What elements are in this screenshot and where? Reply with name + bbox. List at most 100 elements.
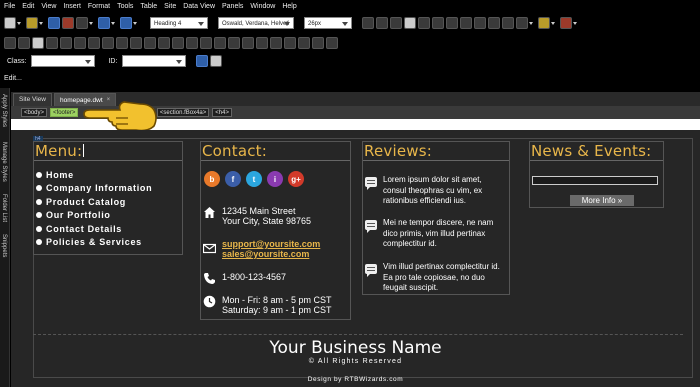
new-style-icon[interactable] bbox=[196, 55, 209, 67]
menu-help[interactable]: Help bbox=[282, 3, 296, 10]
menu-data-view[interactable]: Data View bbox=[183, 3, 215, 10]
news-feed-box[interactable] bbox=[532, 176, 658, 185]
tag-body[interactable]: <body> bbox=[21, 108, 48, 117]
site-view-tab[interactable]: Site View bbox=[13, 93, 52, 106]
menu-window[interactable]: Window bbox=[250, 3, 275, 10]
flip-vertical-icon[interactable] bbox=[116, 36, 128, 49]
menu-format[interactable]: Format bbox=[88, 3, 110, 10]
preview-icon[interactable] bbox=[76, 17, 88, 29]
tag-h4[interactable]: <h4> bbox=[212, 108, 232, 117]
menu-tools[interactable]: Tools bbox=[117, 3, 133, 10]
select-icon[interactable] bbox=[256, 36, 268, 49]
chevron-down-icon[interactable] bbox=[111, 21, 115, 25]
sales-email-link[interactable]: sales@yoursite.com bbox=[222, 249, 309, 259]
underline-icon[interactable] bbox=[390, 17, 402, 29]
less-brightness-icon[interactable] bbox=[172, 36, 184, 49]
class-select[interactable] bbox=[31, 55, 96, 67]
twitter-icon[interactable]: t bbox=[246, 171, 262, 187]
undo-icon[interactable] bbox=[98, 17, 110, 29]
indent-icon[interactable] bbox=[502, 17, 514, 29]
bold-icon[interactable] bbox=[362, 17, 374, 29]
snippets-tab[interactable]: Snippets bbox=[1, 234, 7, 257]
more-contrast-icon[interactable] bbox=[130, 36, 142, 49]
instagram-icon[interactable]: i bbox=[267, 171, 283, 187]
chevron-down-icon[interactable] bbox=[17, 21, 21, 25]
chevron-down-icon[interactable] bbox=[133, 21, 137, 25]
send-backward-icon[interactable] bbox=[60, 36, 72, 49]
color-icon[interactable] bbox=[214, 36, 226, 49]
rectangle-hotspot-icon[interactable] bbox=[270, 36, 282, 49]
menu-view[interactable]: View bbox=[41, 3, 56, 10]
align-left-icon[interactable] bbox=[404, 17, 416, 29]
menu-file[interactable]: File bbox=[4, 3, 15, 10]
menu-heading[interactable]: Menu: bbox=[34, 142, 182, 161]
contact-heading[interactable]: Contact: bbox=[201, 142, 350, 161]
design-canvas[interactable]: h4 Menu: Home Company Information Produc… bbox=[11, 130, 700, 387]
chevron-down-icon[interactable] bbox=[39, 21, 43, 25]
heading-select[interactable]: Heading 4 bbox=[150, 17, 208, 29]
less-contrast-icon[interactable] bbox=[144, 36, 156, 49]
size-select[interactable]: 26px bbox=[304, 17, 352, 29]
edit-button[interactable]: Edit... bbox=[4, 75, 22, 82]
tag-footer[interactable]: <footer> bbox=[50, 108, 79, 117]
chevron-down-icon[interactable] bbox=[573, 21, 577, 25]
resample-icon[interactable] bbox=[242, 36, 254, 49]
font-color-icon[interactable] bbox=[560, 17, 572, 29]
list-item[interactable]: Policies & Services bbox=[36, 236, 182, 250]
open-folder-icon[interactable] bbox=[26, 17, 38, 29]
border-icon[interactable] bbox=[516, 17, 528, 29]
restore-icon[interactable] bbox=[326, 36, 338, 49]
apply-styles-tab[interactable]: Apply Styles bbox=[1, 94, 7, 127]
bring-forward-icon[interactable] bbox=[46, 36, 58, 49]
blogger-icon[interactable]: b bbox=[204, 171, 220, 187]
save-icon[interactable] bbox=[48, 17, 60, 29]
redo-icon[interactable] bbox=[120, 17, 132, 29]
insert-picture-icon[interactable] bbox=[4, 36, 16, 49]
chevron-down-icon[interactable] bbox=[529, 21, 533, 25]
text-icon[interactable] bbox=[18, 36, 30, 49]
numbered-list-icon[interactable] bbox=[460, 17, 472, 29]
list-item[interactable]: Home bbox=[36, 168, 182, 182]
menu-insert[interactable]: Insert bbox=[63, 3, 81, 10]
list-item[interactable]: Our Portfolio bbox=[36, 209, 182, 223]
list-item[interactable]: Product Catalog bbox=[36, 195, 182, 209]
news-heading[interactable]: News & Events: bbox=[530, 142, 663, 161]
flip-horizontal-icon[interactable] bbox=[102, 36, 114, 49]
menu-site[interactable]: Site bbox=[164, 3, 176, 10]
facebook-icon[interactable]: f bbox=[225, 171, 241, 187]
align-center-icon[interactable] bbox=[418, 17, 430, 29]
chevron-down-icon[interactable] bbox=[551, 21, 555, 25]
auto-thumbnail-icon[interactable] bbox=[32, 36, 44, 49]
justify-icon[interactable] bbox=[446, 17, 458, 29]
highlight-hotspots-icon[interactable] bbox=[312, 36, 324, 49]
tag-section[interactable]: <section.fBox4a> bbox=[156, 108, 210, 117]
chevron-down-icon[interactable] bbox=[89, 21, 93, 25]
font-select[interactable]: Oswald, Verdana, Helveti bbox=[218, 17, 294, 29]
more-info-button[interactable]: More Info » bbox=[570, 195, 634, 206]
transparent-color-icon[interactable] bbox=[200, 36, 212, 49]
crop-icon[interactable] bbox=[186, 36, 198, 49]
circle-hotspot-icon[interactable] bbox=[284, 36, 296, 49]
highlight-icon[interactable] bbox=[538, 17, 550, 29]
bevel-icon[interactable] bbox=[228, 36, 240, 49]
id-select[interactable] bbox=[122, 55, 187, 67]
folder-list-tab[interactable]: Folder List bbox=[1, 194, 7, 222]
list-item[interactable]: Contact Details bbox=[36, 222, 182, 236]
outdent-icon[interactable] bbox=[488, 17, 500, 29]
menu-table[interactable]: Table bbox=[140, 3, 157, 10]
attach-stylesheet-icon[interactable] bbox=[210, 55, 223, 67]
more-brightness-icon[interactable] bbox=[158, 36, 170, 49]
manage-styles-tab[interactable]: Manage Styles bbox=[1, 142, 7, 182]
polygon-hotspot-icon[interactable] bbox=[298, 36, 310, 49]
bulleted-list-icon[interactable] bbox=[474, 17, 486, 29]
align-right-icon[interactable] bbox=[432, 17, 444, 29]
publish-icon[interactable] bbox=[62, 17, 74, 29]
menu-edit[interactable]: Edit bbox=[22, 3, 34, 10]
italic-icon[interactable] bbox=[376, 17, 388, 29]
reviews-heading[interactable]: Reviews: bbox=[363, 142, 509, 161]
list-item[interactable]: Company Information bbox=[36, 182, 182, 196]
support-email-link[interactable]: support@yoursite.com bbox=[222, 239, 320, 249]
rotate-right-icon[interactable] bbox=[88, 36, 100, 49]
menu-panels[interactable]: Panels bbox=[222, 3, 243, 10]
google-plus-icon[interactable]: g+ bbox=[288, 171, 304, 187]
